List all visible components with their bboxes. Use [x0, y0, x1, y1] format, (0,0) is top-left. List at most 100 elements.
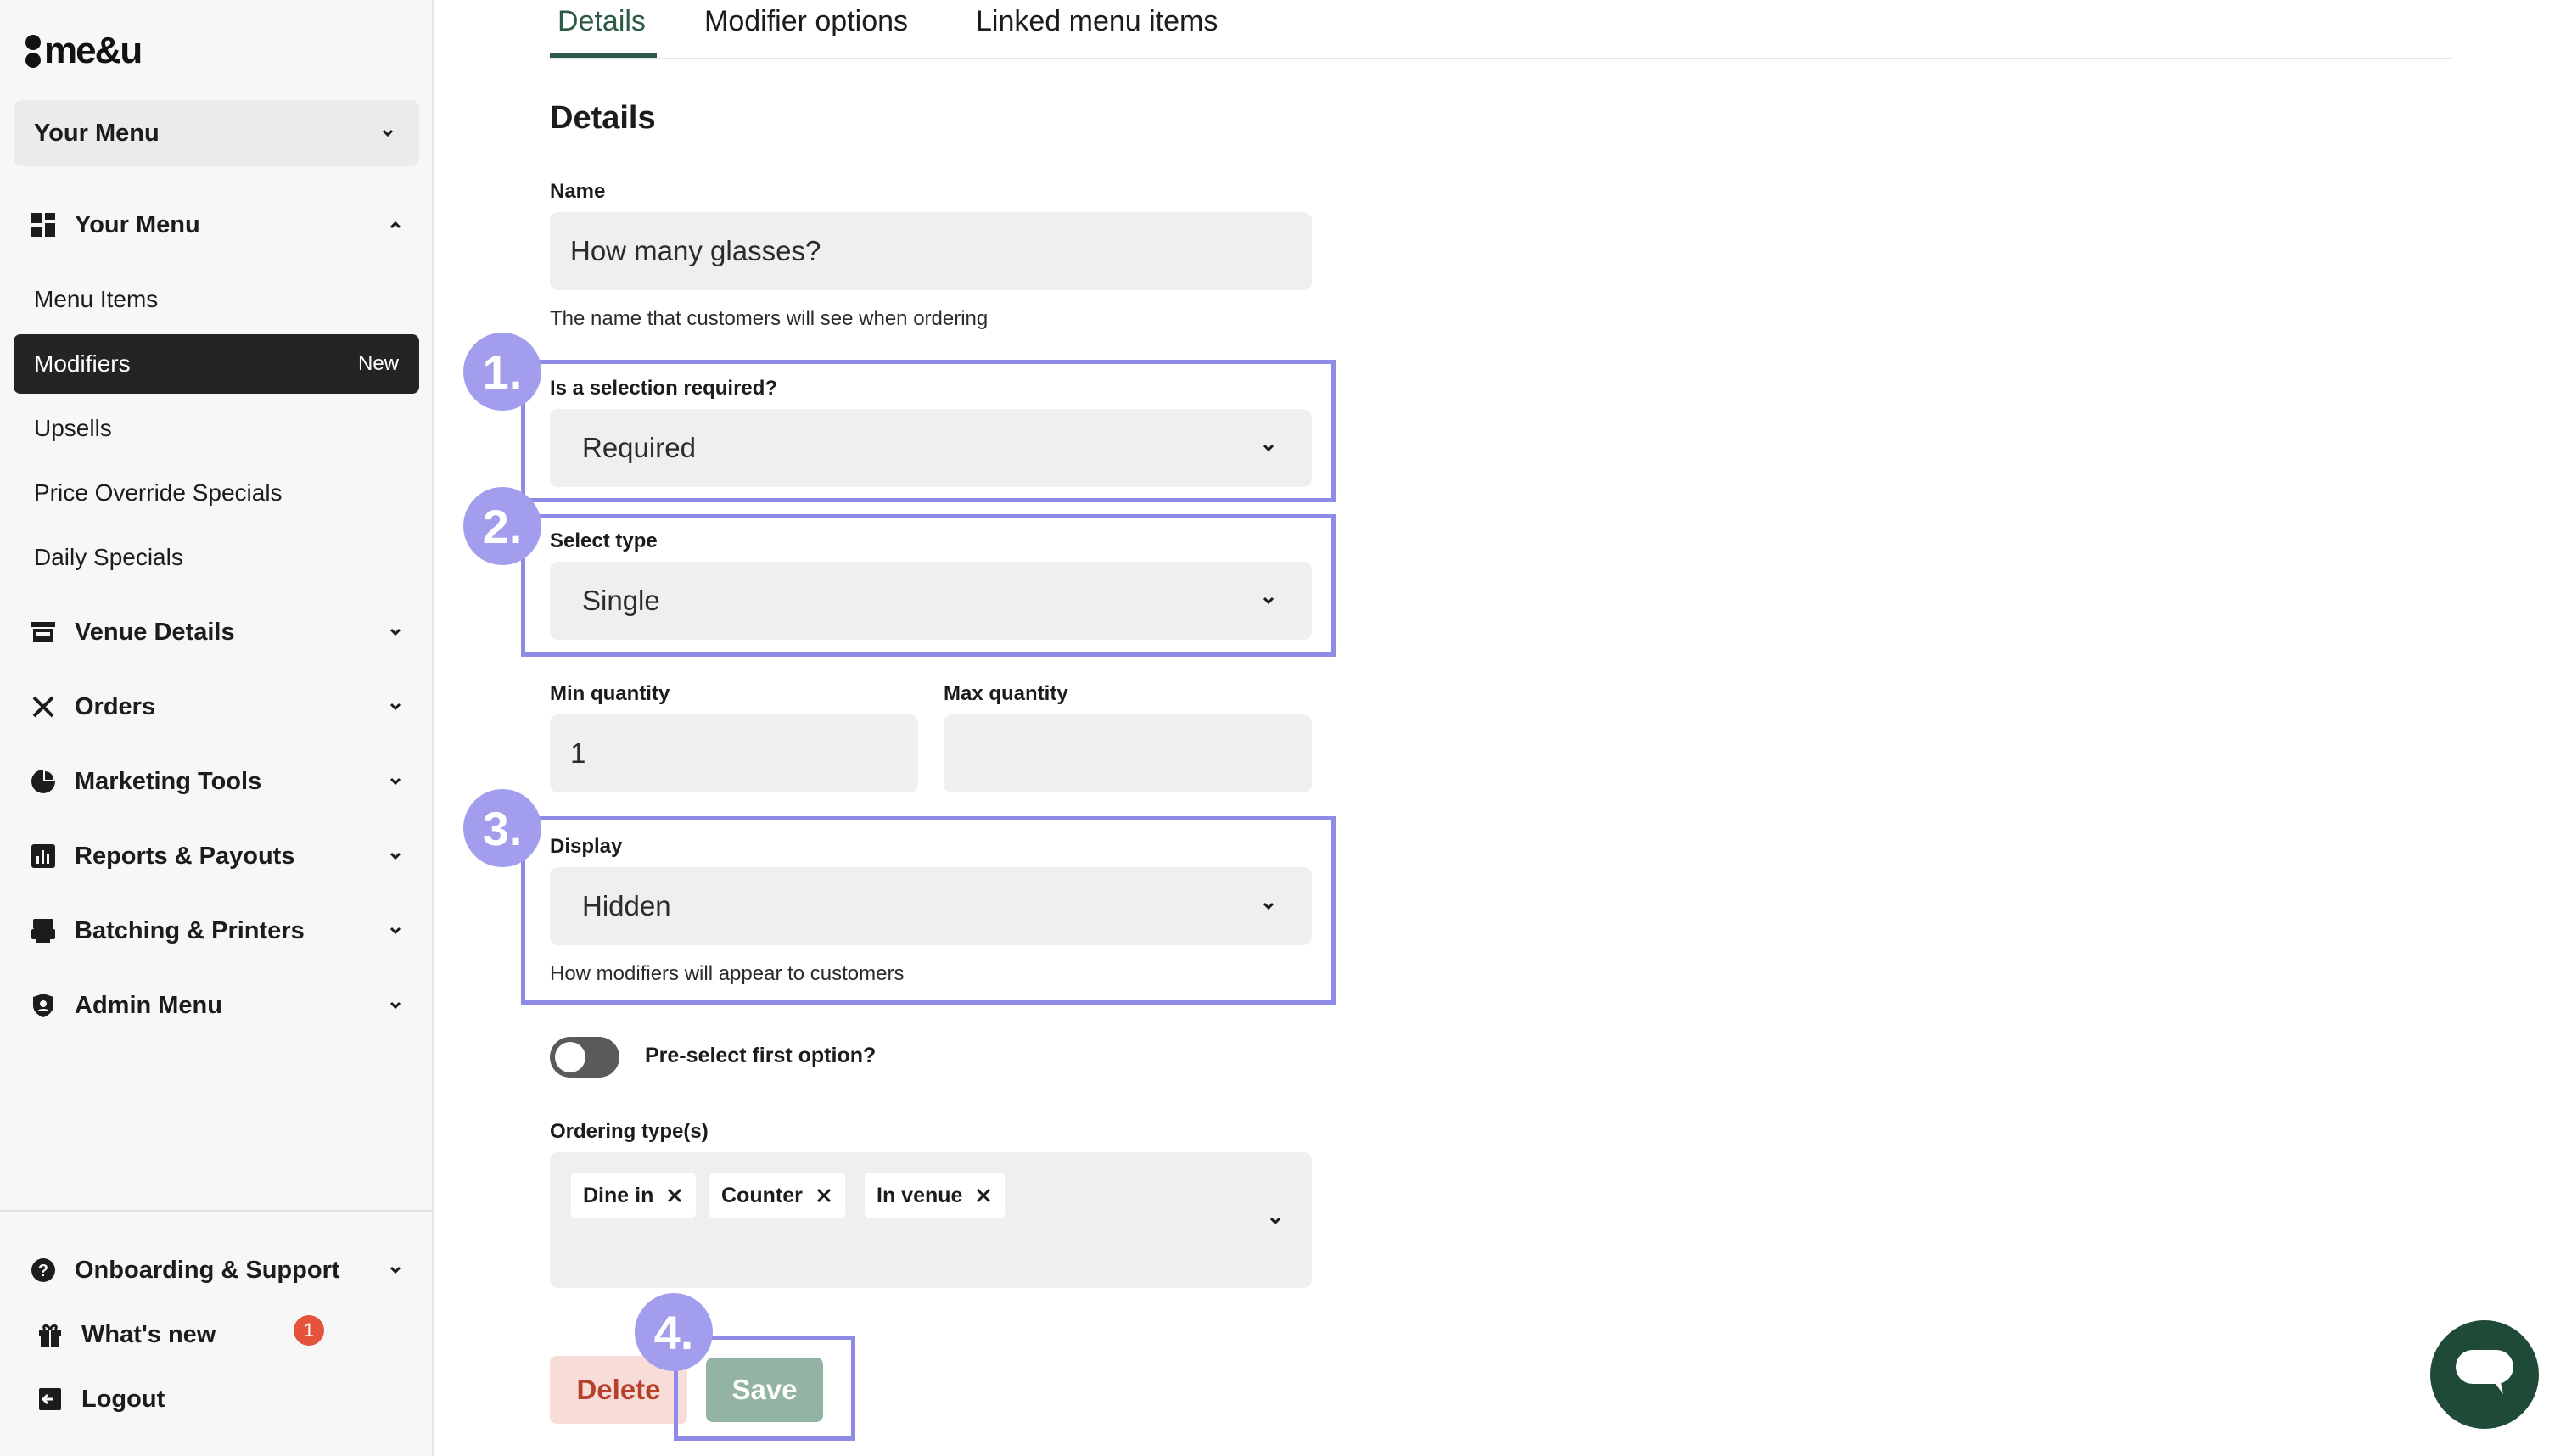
- chevron-down-icon: [1264, 1210, 1286, 1232]
- preselect-label: Pre-select first option?: [645, 1044, 877, 1067]
- sidebar-item-label: Price Override Specials: [34, 479, 283, 506]
- logo-text: me&u: [44, 30, 143, 71]
- save-button[interactable]: Save: [706, 1358, 823, 1422]
- min-quantity-label: Min quantity: [550, 682, 670, 705]
- nav-group-orders[interactable]: Orders: [0, 680, 434, 734]
- brand-logo[interactable]: me&u: [25, 29, 143, 73]
- utensils-icon: [29, 692, 58, 721]
- select-type-select[interactable]: Single: [550, 562, 1312, 640]
- nav-item-label: Logout: [81, 1385, 165, 1413]
- chevron-down-icon: [384, 696, 406, 718]
- section-title: Details: [550, 100, 656, 136]
- logout-icon: [36, 1385, 64, 1414]
- grid-icon: [29, 210, 58, 239]
- sidebar-item-label: Upsells: [34, 415, 112, 441]
- gift-icon: [36, 1320, 64, 1349]
- ordering-types-multiselect[interactable]: Dine in Counter In venue: [550, 1152, 1312, 1288]
- chip-label: Dine in: [583, 1183, 654, 1207]
- sidebar-item-label: Daily Specials: [34, 544, 183, 570]
- nav-group-label: Batching & Printers: [75, 916, 305, 944]
- chevron-down-icon: [377, 122, 399, 144]
- sidebar-item-modifiers[interactable]: Modifiers New: [14, 334, 419, 394]
- chat-launcher-button[interactable]: [2430, 1320, 2539, 1429]
- nav-group-label: Venue Details: [75, 618, 235, 646]
- chevron-down-icon: [384, 920, 406, 942]
- sidebar-item-logout[interactable]: Logout: [0, 1372, 434, 1426]
- notification-count-badge: 1: [294, 1315, 324, 1346]
- max-quantity-input[interactable]: [944, 714, 1312, 792]
- select-type-label: Select type: [550, 529, 658, 552]
- nav-group-onboarding-support[interactable]: ? Onboarding & Support: [0, 1243, 434, 1297]
- chevron-down-icon: [384, 770, 406, 792]
- chip-in-venue: In venue: [865, 1173, 1006, 1218]
- chevron-down-icon: [384, 845, 406, 867]
- tab-bar: Details Modifier options Linked menu ite…: [550, 0, 2452, 59]
- step-badge-1: 1.: [463, 333, 541, 411]
- sidebar: me&u Your Menu Your Menu Menu Items Modi…: [0, 0, 434, 1456]
- close-icon[interactable]: [815, 1186, 833, 1205]
- chip-counter: Counter: [709, 1173, 845, 1218]
- chevron-down-icon: [384, 621, 406, 643]
- tab-details[interactable]: Details: [557, 0, 646, 58]
- nav-group-admin-menu[interactable]: Admin Menu: [0, 978, 434, 1033]
- chip-label: In venue: [877, 1183, 963, 1207]
- sidebar-item-label: Modifiers: [34, 350, 131, 377]
- nav-group-venue-details[interactable]: Venue Details: [0, 605, 434, 659]
- sidebar-item-upsells[interactable]: Upsells: [14, 399, 419, 458]
- nav-group-label: Your Menu: [75, 210, 200, 238]
- nav-group-label: Reports & Payouts: [75, 842, 295, 870]
- step-badge-2: 2.: [463, 487, 541, 565]
- name-label: Name: [550, 180, 606, 203]
- active-tab-indicator: [550, 53, 657, 58]
- nav-group-label: Marketing Tools: [75, 767, 262, 795]
- min-quantity-value: 1: [570, 737, 586, 769]
- nav-group-reports-payouts[interactable]: Reports & Payouts: [0, 829, 434, 883]
- sidebar-item-label: Menu Items: [34, 286, 159, 312]
- selection-required-value: Required: [582, 432, 696, 463]
- name-input-value: How many glasses?: [570, 235, 821, 266]
- sidebar-item-menu-items[interactable]: Menu Items: [14, 270, 419, 329]
- menu-selector-value: Your Menu: [34, 119, 160, 147]
- sidebar-item-price-override-specials[interactable]: Price Override Specials: [14, 463, 419, 523]
- step-badge-3: 3.: [463, 789, 541, 867]
- nav-item-label: What's new: [81, 1320, 216, 1348]
- close-icon[interactable]: [974, 1186, 993, 1205]
- chevron-up-icon: [384, 214, 406, 236]
- nav-group-your-menu[interactable]: Your Menu: [0, 198, 434, 252]
- pie-chart-icon: [29, 767, 58, 796]
- nav-group-batching-printers[interactable]: Batching & Printers: [0, 904, 434, 958]
- new-badge: New: [357, 352, 399, 375]
- chip-dine-in: Dine in: [571, 1173, 697, 1218]
- sidebar-item-whats-new[interactable]: What's new: [0, 1308, 434, 1362]
- display-select[interactable]: Hidden: [550, 867, 1312, 945]
- svg-text:?: ?: [38, 1262, 48, 1280]
- name-input[interactable]: How many glasses?: [550, 212, 1312, 290]
- selection-required-select[interactable]: Required: [550, 409, 1312, 487]
- min-quantity-input[interactable]: 1: [550, 714, 918, 792]
- chevron-down-icon: [1258, 437, 1280, 459]
- chevron-down-icon: [384, 1259, 406, 1281]
- step-badge-4: 4.: [635, 1293, 713, 1371]
- nav-group-label: Onboarding & Support: [75, 1256, 340, 1284]
- selection-required-label: Is a selection required?: [550, 377, 778, 400]
- ordering-types-label: Ordering type(s): [550, 1120, 709, 1143]
- printer-icon: [29, 916, 58, 945]
- display-value: Hidden: [582, 890, 671, 921]
- chevron-down-icon: [384, 994, 406, 1016]
- max-quantity-label: Max quantity: [944, 682, 1068, 705]
- nav-group-label: Orders: [75, 692, 156, 720]
- shield-icon: [29, 991, 58, 1020]
- menu-selector[interactable]: Your Menu: [14, 100, 419, 166]
- display-helper-text: How modifiers will appear to customers: [550, 962, 905, 985]
- tab-linked-menu-items[interactable]: Linked menu items: [976, 0, 1218, 58]
- nav-group-marketing-tools[interactable]: Marketing Tools: [0, 754, 434, 809]
- logo-mark-icon: [25, 34, 41, 68]
- sidebar-divider: [0, 1210, 434, 1212]
- chat-bubble-icon: [2454, 1347, 2515, 1403]
- close-icon[interactable]: [665, 1186, 684, 1205]
- chevron-down-icon: [1258, 590, 1280, 612]
- preselect-toggle[interactable]: [550, 1037, 619, 1078]
- storefront-icon: [29, 618, 58, 647]
- tab-modifier-options[interactable]: Modifier options: [704, 0, 908, 58]
- sidebar-item-daily-specials[interactable]: Daily Specials: [14, 528, 419, 587]
